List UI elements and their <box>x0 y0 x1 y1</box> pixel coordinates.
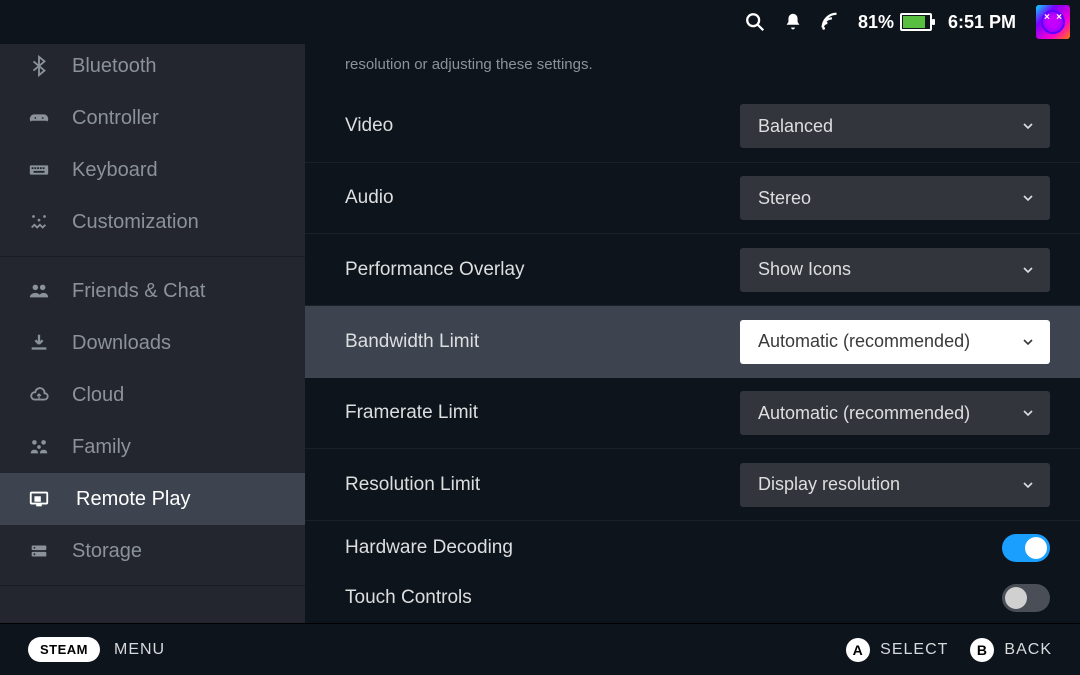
chevron-down-icon <box>1020 262 1036 278</box>
chevron-down-icon <box>1020 118 1036 134</box>
select-hint: A SELECT <box>846 638 948 662</box>
sidebar-item-family[interactable]: Family <box>0 421 305 473</box>
setting-label: Performance Overlay <box>345 259 525 281</box>
a-button-icon: A <box>846 638 870 662</box>
sidebar-item-label: Family <box>72 436 131 459</box>
audio-dropdown[interactable]: Stereo <box>740 176 1050 220</box>
bandwidth-limit-dropdown[interactable]: Automatic (recommended) <box>740 320 1050 364</box>
b-button-icon: B <box>970 638 994 662</box>
sidebar-item-label: Downloads <box>72 332 171 355</box>
dropdown-value: Show Icons <box>758 259 851 280</box>
setting-row-hardware-decoding[interactable]: Hardware Decoding <box>305 521 1080 574</box>
controller-icon <box>26 106 52 130</box>
resolution-limit-dropdown[interactable]: Display resolution <box>740 463 1050 507</box>
sparkle-icon <box>26 210 52 234</box>
hardware-decoding-toggle[interactable] <box>1002 534 1050 562</box>
sidebar: Bluetooth Controller Keyboard Customizat… <box>0 44 305 623</box>
family-icon <box>26 435 52 459</box>
setting-label: Bandwidth Limit <box>345 331 479 353</box>
sidebar-item-storage[interactable]: Storage <box>0 525 305 577</box>
download-icon <box>26 331 52 355</box>
setting-label: Resolution Limit <box>345 474 480 496</box>
setting-row-bandwidth-limit[interactable]: Bandwidth Limit Automatic (recommended) <box>305 306 1080 378</box>
sidebar-item-label: Storage <box>72 540 142 563</box>
menu-label: MENU <box>114 641 165 659</box>
settings-description: resolution or adjusting these settings. <box>305 44 1080 91</box>
setting-row-performance-overlay[interactable]: Performance Overlay Show Icons <box>305 234 1080 306</box>
sidebar-item-label: Remote Play <box>76 488 191 511</box>
sidebar-item-label: Controller <box>72 107 159 130</box>
cast-icon[interactable] <box>820 11 842 33</box>
sidebar-item-label: Friends & Chat <box>72 280 205 303</box>
sidebar-item-remote-play[interactable]: Remote Play <box>0 473 305 525</box>
settings-panel: resolution or adjusting these settings. … <box>305 44 1080 623</box>
cloud-icon <box>26 383 52 407</box>
dropdown-value: Stereo <box>758 188 811 209</box>
avatar[interactable] <box>1036 5 1070 39</box>
dropdown-value: Display resolution <box>758 474 900 495</box>
select-label: SELECT <box>880 641 948 659</box>
sidebar-item-keyboard[interactable]: Keyboard <box>0 144 305 196</box>
storage-icon <box>26 539 52 563</box>
performance-overlay-dropdown[interactable]: Show Icons <box>740 248 1050 292</box>
touch-controls-toggle[interactable] <box>1002 584 1050 612</box>
sidebar-item-label: Keyboard <box>72 159 158 182</box>
sidebar-item-customization[interactable]: Customization <box>0 196 305 248</box>
steam-button[interactable]: STEAM <box>28 637 100 662</box>
battery-icon <box>900 13 932 31</box>
sidebar-item-label: Bluetooth <box>72 55 157 78</box>
footer-bar: STEAM MENU A SELECT B BACK <box>0 623 1080 675</box>
framerate-limit-dropdown[interactable]: Automatic (recommended) <box>740 391 1050 435</box>
setting-row-video[interactable]: Video Balanced <box>305 91 1080 163</box>
keyboard-icon <box>26 158 52 182</box>
dropdown-value: Automatic (recommended) <box>758 403 970 424</box>
setting-row-audio[interactable]: Audio Stereo <box>305 163 1080 235</box>
sidebar-item-downloads[interactable]: Downloads <box>0 317 305 369</box>
setting-label: Framerate Limit <box>345 402 478 424</box>
clock: 6:51 PM <box>948 12 1016 33</box>
status-bar: 81% 6:51 PM <box>0 0 1080 44</box>
sidebar-item-bluetooth[interactable]: Bluetooth <box>0 48 305 92</box>
video-dropdown[interactable]: Balanced <box>740 104 1050 148</box>
dropdown-value: Balanced <box>758 116 833 137</box>
setting-row-resolution-limit[interactable]: Resolution Limit Display resolution <box>305 449 1080 521</box>
sidebar-separator <box>0 585 305 586</box>
chevron-down-icon <box>1020 405 1036 421</box>
sidebar-item-label: Cloud <box>72 384 124 407</box>
setting-row-framerate-limit[interactable]: Framerate Limit Automatic (recommended) <box>305 378 1080 450</box>
chevron-down-icon <box>1020 190 1036 206</box>
sidebar-item-controller[interactable]: Controller <box>0 92 305 144</box>
setting-row-touch-controls[interactable]: Touch Controls <box>305 574 1080 623</box>
battery-status: 81% <box>858 12 932 33</box>
back-label: BACK <box>1004 641 1052 659</box>
sidebar-item-label: Customization <box>72 211 199 234</box>
people-icon <box>26 279 52 303</box>
setting-label: Touch Controls <box>345 587 472 609</box>
dropdown-value: Automatic (recommended) <box>758 331 970 352</box>
bluetooth-icon <box>26 54 52 78</box>
setting-label: Hardware Decoding <box>345 537 513 559</box>
back-hint: B BACK <box>970 638 1052 662</box>
search-icon[interactable] <box>744 11 766 33</box>
setting-label: Video <box>345 115 393 137</box>
chevron-down-icon <box>1020 334 1036 350</box>
sidebar-separator <box>0 256 305 257</box>
bell-icon[interactable] <box>782 11 804 33</box>
battery-percent: 81% <box>858 12 894 33</box>
setting-label: Audio <box>345 187 394 209</box>
chevron-down-icon <box>1020 477 1036 493</box>
sidebar-item-cloud[interactable]: Cloud <box>0 369 305 421</box>
remote-play-icon <box>26 487 52 511</box>
sidebar-item-friends[interactable]: Friends & Chat <box>0 265 305 317</box>
